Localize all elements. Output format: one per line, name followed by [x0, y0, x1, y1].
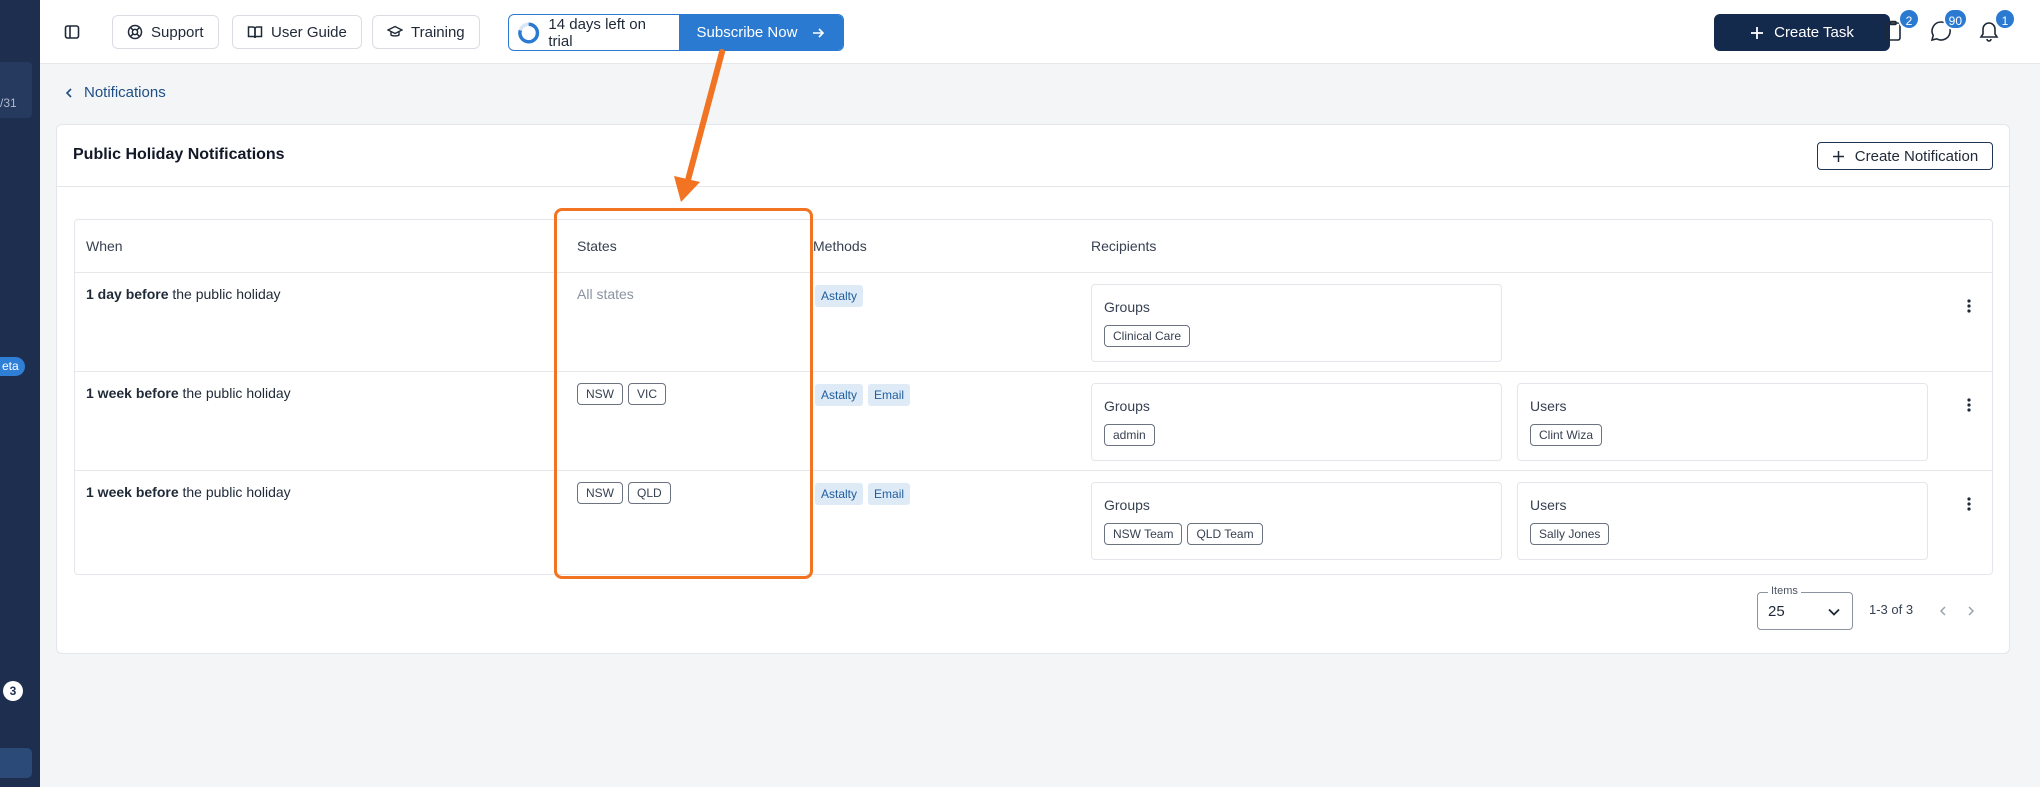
- items-label: Items: [1768, 585, 1801, 597]
- when-offset: 1 week before: [86, 484, 179, 500]
- create-notification-label: Create Notification: [1854, 147, 1979, 165]
- groups-box: Groups Clinical Care: [1091, 284, 1502, 362]
- messages-badge: 90: [1942, 8, 1968, 30]
- items-value: 25: [1768, 603, 1785, 620]
- bell-icon[interactable]: 1: [1976, 8, 2016, 44]
- group-tag: admin: [1104, 424, 1155, 446]
- sidebar-beta-badge: eta: [0, 357, 25, 376]
- row-menu-icon[interactable]: [1961, 395, 1977, 415]
- items-per-page-select[interactable]: Items 25: [1757, 585, 1853, 630]
- groups-tags: Clinical Care: [1104, 325, 1191, 347]
- create-task-label: Create Task: [1774, 24, 1854, 41]
- method-tag: Astalty: [815, 483, 864, 505]
- column-header-recipients: Recipients: [1091, 238, 1157, 254]
- groups-tags: NSW Team QLD Team: [1104, 523, 1263, 545]
- plus-icon: [1832, 150, 1844, 162]
- plus-icon: [1751, 26, 1764, 39]
- subscribe-now-button[interactable]: Subscribe Now: [679, 15, 843, 50]
- when-suffix: the public holiday: [178, 484, 291, 500]
- group-tag: QLD Team: [1187, 523, 1263, 545]
- method-tag: Email: [868, 384, 911, 406]
- support-label: Support: [151, 23, 204, 41]
- user-tag: Clint Wiza: [1530, 424, 1603, 446]
- pagination-range: 1-3 of 3: [1869, 602, 1914, 617]
- divider: [75, 371, 1992, 372]
- when-cell: 1 day before the public holiday: [86, 286, 281, 302]
- divider: [75, 470, 1992, 471]
- groups-label: Groups: [1104, 398, 1150, 414]
- sidebar-active-item[interactable]: [0, 748, 32, 778]
- messages-icon[interactable]: 90: [1928, 8, 1968, 44]
- when-suffix: the public holiday: [178, 385, 291, 401]
- when-suffix: the public holiday: [168, 286, 281, 302]
- training-button[interactable]: Training: [372, 15, 480, 49]
- groups-label: Groups: [1104, 497, 1150, 513]
- groups-tags: admin: [1104, 424, 1155, 446]
- when-cell: 1 week before the public holiday: [86, 484, 291, 500]
- trial-progress-ring-icon: [518, 22, 540, 43]
- states-column-highlight: [554, 208, 813, 579]
- methods-cell: Astalty: [815, 285, 864, 307]
- graduation-cap-icon: [387, 25, 403, 37]
- next-page-icon[interactable]: [1963, 603, 1979, 619]
- users-label: Users: [1530, 398, 1567, 414]
- notifications-badge: 1: [1994, 8, 2016, 30]
- tasks-badge: 2: [1898, 8, 1920, 30]
- methods-cell: Astalty Email: [815, 384, 911, 406]
- trial-text: 14 days left on trial: [548, 15, 646, 50]
- support-button[interactable]: Support: [112, 15, 219, 49]
- top-header: Support User Guide Training 14 days left…: [40, 0, 2040, 64]
- users-label: Users: [1530, 497, 1567, 513]
- user-tag: Sally Jones: [1530, 523, 1610, 545]
- previous-page-icon[interactable]: [1935, 603, 1951, 619]
- row-menu-icon[interactable]: [1961, 494, 1977, 514]
- when-offset: 1 week before: [86, 385, 179, 401]
- chevron-down-icon: [1828, 608, 1840, 616]
- training-label: Training: [411, 23, 465, 41]
- methods-cell: Astalty Email: [815, 483, 911, 505]
- when-offset: 1 day before: [86, 286, 169, 302]
- groups-label: Groups: [1104, 299, 1150, 315]
- notifications-card: Public Holiday Notifications Create Noti…: [56, 124, 2010, 654]
- trial-status: 14 days left on trial: [509, 15, 679, 50]
- page-title: Public Holiday Notifications: [73, 146, 285, 163]
- groups-box: Groups admin: [1091, 383, 1502, 461]
- notifications-table: When States Methods Recipients 1 day bef…: [74, 219, 1993, 575]
- lifebuoy-icon: [127, 24, 143, 40]
- method-tag: Astalty: [815, 384, 864, 406]
- user-guide-label: User Guide: [271, 23, 347, 41]
- create-notification-button[interactable]: Create Notification: [1817, 142, 1993, 170]
- column-header-methods: Methods: [813, 238, 867, 254]
- arrow-right-icon: [813, 27, 825, 38]
- group-tag: NSW Team: [1104, 523, 1183, 545]
- user-guide-button[interactable]: User Guide: [232, 15, 362, 49]
- breadcrumb[interactable]: Notifications: [64, 84, 166, 101]
- method-tag: Email: [868, 483, 911, 505]
- sidebar-toggle-icon[interactable]: [60, 20, 84, 44]
- divider: [57, 186, 2009, 187]
- sidebar: /31 eta 3: [0, 0, 40, 787]
- tasks-icon[interactable]: 2: [1880, 8, 1920, 44]
- when-cell: 1 week before the public holiday: [86, 385, 291, 401]
- sidebar-date-fragment: /31: [0, 96, 17, 110]
- column-header-when: When: [86, 238, 123, 254]
- group-tag: Clinical Care: [1104, 325, 1191, 347]
- users-box: Users Sally Jones: [1517, 482, 1928, 560]
- book-icon: [247, 26, 263, 39]
- trial-banner: 14 days left on trial Subscribe Now: [508, 14, 844, 51]
- users-box: Users Clint Wiza: [1517, 383, 1928, 461]
- sidebar-count-badge: 3: [3, 681, 23, 701]
- groups-box: Groups NSW Team QLD Team: [1091, 482, 1502, 560]
- create-task-button[interactable]: Create Task: [1714, 14, 1890, 51]
- method-tag: Astalty: [815, 285, 864, 307]
- divider: [75, 272, 1992, 273]
- users-tags: Sally Jones: [1530, 523, 1610, 545]
- subscribe-label: Subscribe Now: [696, 24, 798, 41]
- breadcrumb-notifications-link[interactable]: Notifications: [84, 84, 166, 101]
- chevron-left-icon: [65, 87, 72, 98]
- users-tags: Clint Wiza: [1530, 424, 1603, 446]
- row-menu-icon[interactable]: [1961, 296, 1977, 316]
